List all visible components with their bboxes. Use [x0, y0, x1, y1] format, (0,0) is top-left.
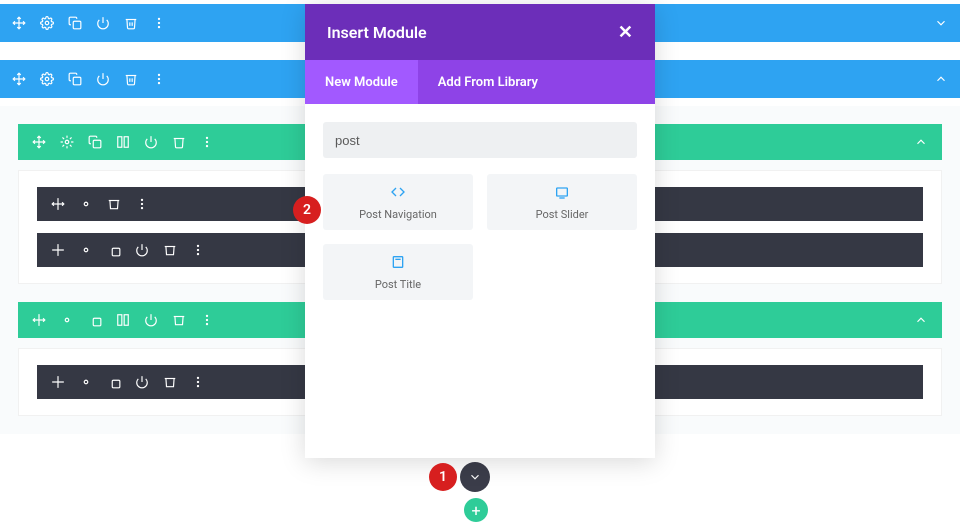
chevron-down-icon[interactable]	[934, 16, 948, 30]
more-icon[interactable]	[135, 197, 149, 211]
more-icon[interactable]	[191, 375, 205, 389]
slider-icon	[554, 184, 570, 204]
power-icon[interactable]	[135, 243, 149, 257]
move-icon[interactable]	[32, 313, 46, 327]
step-marker-1: 1	[429, 463, 457, 491]
search-input[interactable]	[323, 122, 637, 158]
modal-title: Insert Module	[327, 23, 427, 42]
move-icon[interactable]	[51, 197, 65, 211]
gear-icon[interactable]	[40, 72, 54, 86]
section-toolbar	[12, 16, 166, 30]
duplicate-icon[interactable]	[68, 16, 82, 30]
gear-icon[interactable]	[79, 243, 93, 257]
duplicate-icon[interactable]	[88, 313, 102, 327]
power-icon[interactable]	[144, 135, 158, 149]
module-post-slider[interactable]: Post Slider	[487, 174, 637, 230]
power-icon[interactable]	[144, 313, 158, 327]
move-icon[interactable]	[12, 72, 26, 86]
duplicate-icon[interactable]	[68, 72, 82, 86]
trash-icon[interactable]	[172, 135, 186, 149]
gear-icon[interactable]	[40, 16, 54, 30]
add-row-button[interactable]: +	[464, 498, 488, 522]
close-icon[interactable]: ✕	[618, 22, 633, 43]
trash-icon[interactable]	[124, 16, 138, 30]
gear-icon[interactable]	[60, 135, 74, 149]
module-post-navigation[interactable]: Post Navigation	[323, 174, 473, 230]
module-toolbar	[51, 197, 149, 211]
chevron-up-icon[interactable]	[934, 72, 948, 86]
chevron-up-icon[interactable]	[914, 313, 928, 327]
trash-icon[interactable]	[163, 375, 177, 389]
trash-icon[interactable]	[107, 197, 121, 211]
move-icon[interactable]	[12, 16, 26, 30]
gear-icon[interactable]	[79, 197, 93, 211]
gear-icon[interactable]	[79, 375, 93, 389]
title-icon	[390, 254, 406, 274]
more-icon[interactable]	[191, 243, 205, 257]
chevron-up-icon[interactable]	[914, 135, 928, 149]
move-icon[interactable]	[51, 375, 65, 389]
modal-body: Post Navigation Post Slider Post Title	[305, 104, 655, 458]
columns-icon[interactable]	[116, 135, 130, 149]
power-icon[interactable]	[96, 72, 110, 86]
row-toolbar	[32, 135, 214, 149]
modal-header: Insert Module ✕	[305, 4, 655, 60]
trash-icon[interactable]	[172, 313, 186, 327]
step-marker-2: 2	[293, 196, 321, 224]
module-grid: Post Navigation Post Slider Post Title	[323, 174, 637, 300]
module-post-title[interactable]: Post Title	[323, 244, 473, 300]
duplicate-icon[interactable]	[107, 375, 121, 389]
tab-add-from-library[interactable]: Add From Library	[418, 60, 558, 104]
module-toolbar	[51, 375, 205, 389]
code-icon	[390, 184, 406, 204]
module-label: Post Slider	[536, 208, 589, 221]
module-label: Post Title	[375, 278, 421, 291]
add-module-button[interactable]	[460, 462, 490, 492]
trash-icon[interactable]	[124, 72, 138, 86]
module-toolbar	[51, 243, 205, 257]
columns-icon[interactable]	[116, 313, 130, 327]
row-toolbar	[32, 313, 214, 327]
insert-module-modal: Insert Module ✕ New Module Add From Libr…	[305, 4, 655, 458]
more-icon[interactable]	[152, 16, 166, 30]
more-icon[interactable]	[152, 72, 166, 86]
power-icon[interactable]	[135, 375, 149, 389]
section-toolbar	[12, 72, 166, 86]
trash-icon[interactable]	[163, 243, 177, 257]
power-icon[interactable]	[96, 16, 110, 30]
more-icon[interactable]	[200, 135, 214, 149]
gear-icon[interactable]	[60, 313, 74, 327]
module-label: Post Navigation	[359, 208, 437, 221]
move-icon[interactable]	[51, 243, 65, 257]
duplicate-icon[interactable]	[107, 243, 121, 257]
duplicate-icon[interactable]	[88, 135, 102, 149]
modal-tabs: New Module Add From Library	[305, 60, 655, 104]
more-icon[interactable]	[200, 313, 214, 327]
tab-new-module[interactable]: New Module	[305, 60, 418, 104]
move-icon[interactable]	[32, 135, 46, 149]
